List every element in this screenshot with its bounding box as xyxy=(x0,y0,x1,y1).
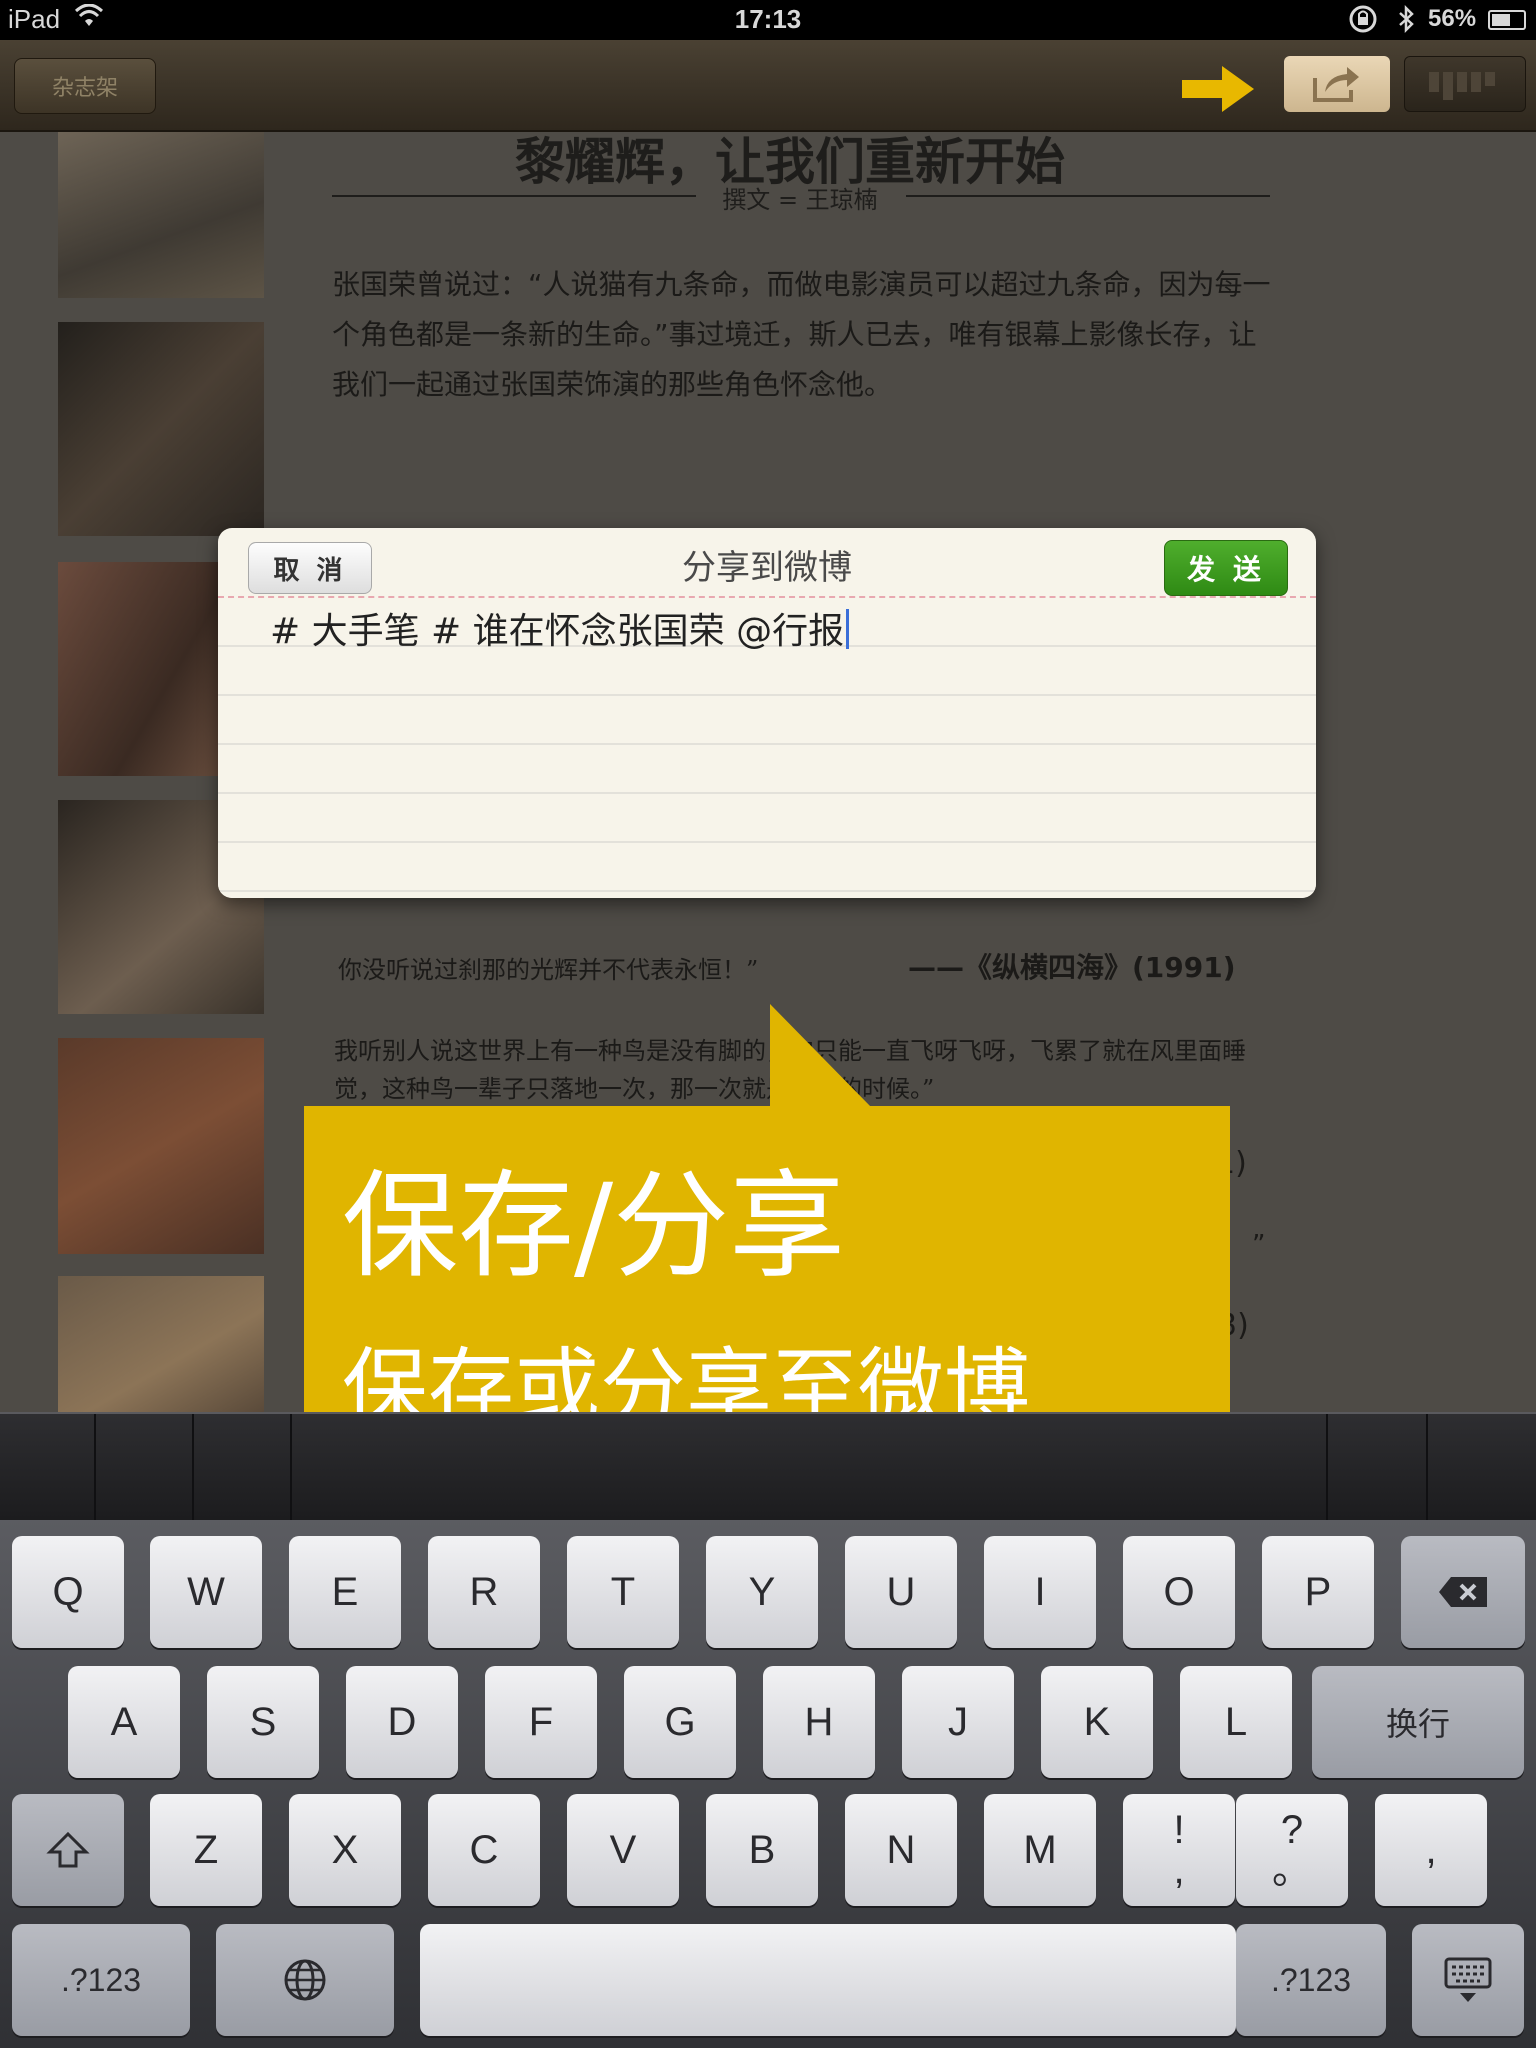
key-h[interactable]: H xyxy=(763,1666,875,1778)
hide-keyboard-icon xyxy=(1444,1957,1492,2002)
top-toolbar: 杂志架 xyxy=(0,40,1536,132)
rotation-lock-icon xyxy=(1348,4,1378,41)
hide-keyboard-key[interactable] xyxy=(1412,1924,1524,2036)
numbers-key[interactable]: .?123 xyxy=(12,1924,190,2036)
film-quote: ” xyxy=(1252,1230,1266,1260)
pages-icon xyxy=(1429,72,1495,100)
candidate-bar xyxy=(0,1412,1536,1522)
key-i[interactable]: I xyxy=(984,1536,1096,1648)
candidate-cell[interactable] xyxy=(1328,1414,1428,1522)
bluetooth-icon xyxy=(1396,4,1416,41)
shift-icon xyxy=(46,1831,90,1868)
article-byline: 撰文 = 王琼楠 xyxy=(722,186,878,214)
film-still-image xyxy=(58,322,264,536)
space-key[interactable] xyxy=(420,1924,1236,2036)
weibo-text-field[interactable]: # 大手笔 # 谁在怀念张国荣 @行报 xyxy=(270,602,850,654)
divider xyxy=(332,195,696,197)
keyboard: Q W E R T Y U I O P A S D F G H J K L 换行… xyxy=(0,1520,1536,2048)
arrow-right-icon xyxy=(1182,66,1254,112)
share-button[interactable] xyxy=(1284,56,1390,112)
key-n[interactable]: N xyxy=(845,1794,957,1906)
key-z[interactable]: Z xyxy=(150,1794,262,1906)
key-comma[interactable]: , xyxy=(1375,1794,1487,1906)
candidate-cell[interactable] xyxy=(1228,1414,1328,1522)
backspace-icon xyxy=(1439,1577,1487,1607)
key-label-bottom: 。 xyxy=(1272,1848,1312,1892)
key-e[interactable]: E xyxy=(289,1536,401,1648)
return-key[interactable]: 换行 xyxy=(1312,1666,1524,1778)
key-m[interactable]: M xyxy=(984,1794,1096,1906)
divider xyxy=(906,195,1270,197)
film-still-image xyxy=(58,132,264,298)
key-v[interactable]: V xyxy=(567,1794,679,1906)
status-bar: iPad 17:13 56% xyxy=(0,0,1536,40)
candidate-cell[interactable] xyxy=(0,1414,96,1522)
key-f[interactable]: F xyxy=(485,1666,597,1778)
key-c[interactable]: C xyxy=(428,1794,540,1906)
key-s[interactable]: S xyxy=(207,1666,319,1778)
battery-icon xyxy=(1488,10,1526,30)
key-u[interactable]: U xyxy=(845,1536,957,1648)
key-p[interactable]: P xyxy=(1262,1536,1374,1648)
share-to-weibo-dialog: 分享到微博 取 消 发 送 # 大手笔 # 谁在怀念张国荣 @行报 xyxy=(218,528,1316,898)
key-label-top: ! xyxy=(1173,1808,1185,1852)
key-x[interactable]: X xyxy=(289,1794,401,1906)
key-y[interactable]: Y xyxy=(706,1536,818,1648)
article-intro: 张国荣曾说过：“人说猫有九条命，而做电影演员可以超过九条命，因为每一个角色都是一… xyxy=(332,268,1271,401)
key-q[interactable]: Q xyxy=(12,1536,124,1648)
film-still-image xyxy=(58,1038,264,1254)
weibo-text: # 大手笔 # 谁在怀念张国荣 @行报 xyxy=(270,611,845,652)
shift-key[interactable] xyxy=(12,1794,124,1906)
pages-view-button[interactable] xyxy=(1404,56,1526,112)
key-label-bottom: , xyxy=(1173,1848,1185,1892)
numbers-key-right[interactable]: .?123 xyxy=(1236,1924,1386,2036)
callout-title: 保存/分享 xyxy=(342,1159,846,1294)
candidate-cell[interactable] xyxy=(194,1414,292,1522)
key-r[interactable]: R xyxy=(428,1536,540,1648)
key-o[interactable]: O xyxy=(1123,1536,1235,1648)
key-question-period[interactable]: ?。 xyxy=(1236,1794,1348,1906)
dialog-title: 分享到微博 xyxy=(682,548,852,588)
text-caret xyxy=(846,609,850,649)
backspace-key[interactable] xyxy=(1401,1536,1525,1648)
cancel-button[interactable]: 取 消 xyxy=(248,542,372,594)
key-k[interactable]: K xyxy=(1041,1666,1153,1778)
send-button[interactable]: 发 送 xyxy=(1164,540,1288,596)
key-b[interactable]: B xyxy=(706,1794,818,1906)
key-w[interactable]: W xyxy=(150,1536,262,1648)
film-still-image xyxy=(58,1276,264,1412)
key-j[interactable]: J xyxy=(902,1666,1014,1778)
clock: 17:13 xyxy=(734,4,802,34)
film-quote: 你没听说过刹那的光辉并不代表永恒！” xyxy=(338,956,759,984)
film-quote-source: ——《纵横四海》(1991) xyxy=(908,951,1236,984)
key-a[interactable]: A xyxy=(68,1666,180,1778)
key-exclaim-comma[interactable]: !, xyxy=(1123,1794,1235,1906)
key-t[interactable]: T xyxy=(567,1536,679,1648)
magazine-shelf-button[interactable]: 杂志架 xyxy=(14,58,156,114)
globe-icon xyxy=(284,1959,326,2001)
battery-percent: 56% xyxy=(1428,5,1477,32)
key-g[interactable]: G xyxy=(624,1666,736,1778)
callout-pointer xyxy=(770,1004,872,1108)
key-d[interactable]: D xyxy=(346,1666,458,1778)
key-label-top: ? xyxy=(1280,1808,1304,1852)
share-icon xyxy=(1313,67,1359,102)
candidate-cell[interactable] xyxy=(96,1414,194,1522)
globe-key[interactable] xyxy=(216,1924,394,2036)
key-l[interactable]: L xyxy=(1180,1666,1292,1778)
candidate-cell[interactable] xyxy=(1428,1414,1536,1522)
